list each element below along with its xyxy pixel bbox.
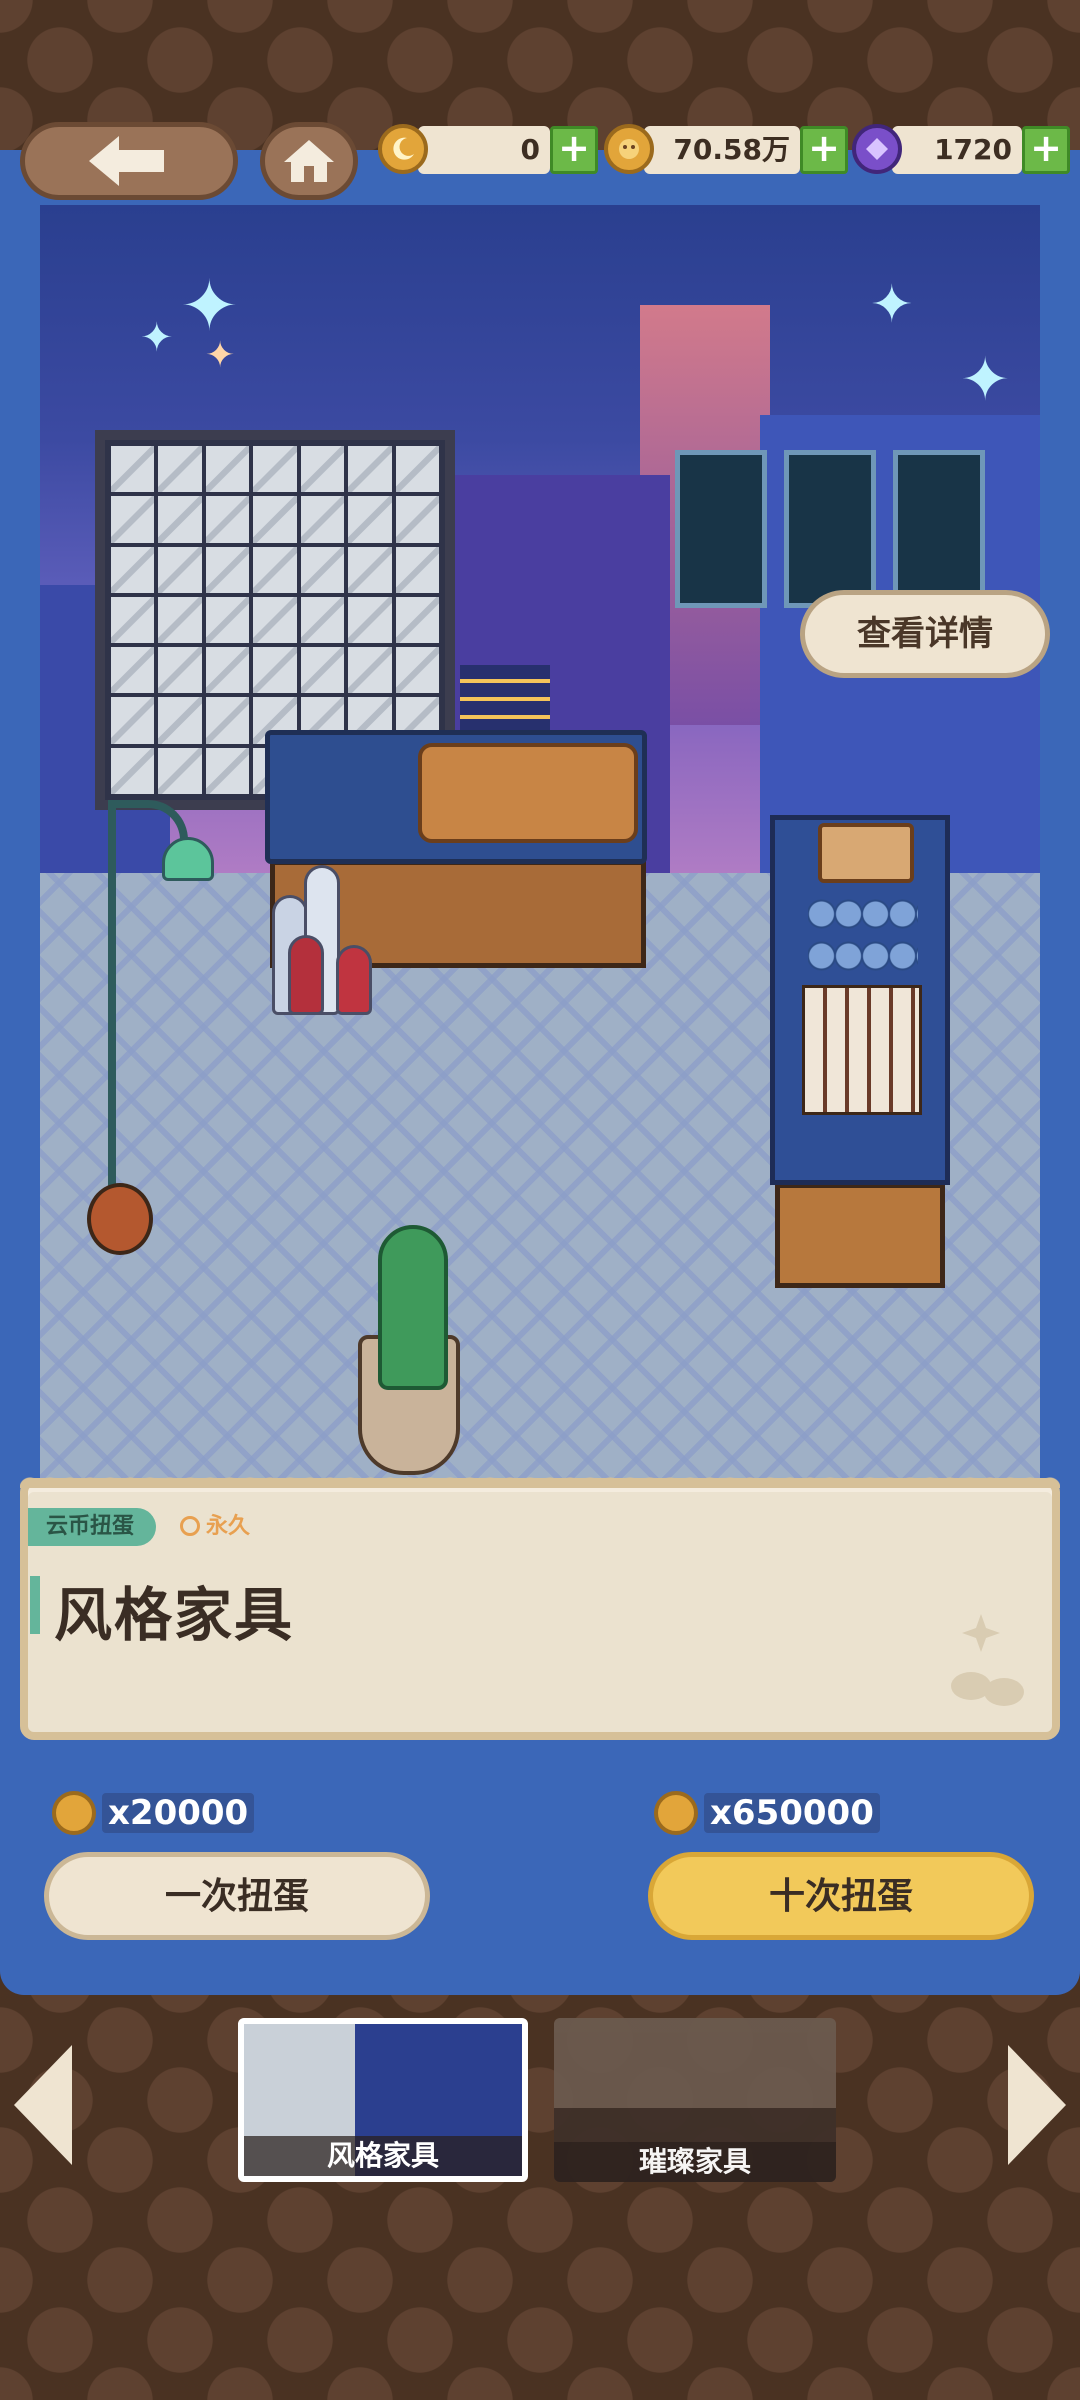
duration-tag: 永久 [180,1508,250,1546]
view-details-button[interactable]: 查看详情 [800,590,1050,678]
pool-thumbnail-label: 璀璨家具 [554,2142,836,2182]
floor-lamp-base [87,1183,153,1255]
moon-coin-value: 0 [418,126,550,174]
cactus-plant [378,1225,448,1390]
single-pull-button[interactable]: 一次扭蛋 [44,1852,430,1940]
cloud-coin-icon [52,1791,96,1835]
wall-poster-3 [893,450,985,608]
sparkle-icon: ✦ [140,315,174,361]
sparkle-icon: ✦ [205,335,236,376]
wall-poster-2 [784,450,876,608]
cloud-coin-icon [654,1791,698,1835]
moon-coin-counter: 0 + [378,124,598,176]
cloud-coin-value: 70.58万 [644,126,800,174]
home-button[interactable] [260,122,358,200]
home-icon [284,140,334,182]
sparkle-icon: ✦ [870,275,914,335]
glass-bottles [272,865,382,1015]
pool-thumbnail-label: 风格家具 [244,2136,522,2176]
back-arrow-icon [89,136,164,186]
ten-pull-cost: x650000 [654,1790,880,1836]
shelf-box [818,823,914,883]
wall-poster-1 [675,450,767,608]
shelf-jars [808,893,918,978]
top-bar: 0 + 70.58万 + 1720 + [0,120,1080,204]
pool-thumbnail-dazzling-furniture[interactable]: 璀璨家具 [554,2018,836,2182]
floor-lamp-pole [108,805,116,1195]
floor-lamp-shade [162,837,214,881]
previous-arrow-icon[interactable] [14,2045,72,2165]
gacha-info-card: 云币扭蛋 永久 风格家具 [20,1478,1060,1740]
coffee-tray [418,743,638,843]
gacha-title: 风格家具 [54,1581,295,1649]
pool-thumbnail-style-furniture[interactable]: 风格家具 [238,2018,528,2182]
moon-coin-icon [378,124,428,174]
coffee-beans-icon [951,1614,1024,1706]
title-accent-bar [30,1576,40,1634]
moon-coin-add-button[interactable]: + [550,126,598,174]
gem-add-button[interactable]: + [1022,126,1070,174]
cloud-coin-add-button[interactable]: + [800,126,848,174]
shelf-drawer [775,1183,945,1288]
ten-pull-button[interactable]: 十次扭蛋 [648,1852,1034,1940]
duration-label: 永久 [206,1514,251,1539]
back-button[interactable] [20,122,238,200]
furniture-preview-scene: ✦ ✦ ✦ ✦ ✦ [40,205,1040,1490]
gacha-type-tag: 云币扭蛋 [28,1508,157,1546]
gem-value: 1720 [892,126,1022,174]
ten-pull-cost-value: x650000 [704,1793,880,1833]
gem-counter: 1720 + [852,124,1070,176]
sparkle-icon: ✦ [960,345,1011,415]
shelf-books [802,985,922,1115]
single-pull-cost: x20000 [52,1790,255,1836]
cloud-coin-counter: 70.58万 + [604,124,848,176]
card-scalloped-edge [20,1468,1060,1488]
single-pull-cost-value: x20000 [102,1793,255,1833]
cloud-coin-icon [604,124,654,174]
gem-icon [852,124,902,174]
next-arrow-icon[interactable] [1008,2045,1066,2165]
clock-icon [180,1516,200,1536]
